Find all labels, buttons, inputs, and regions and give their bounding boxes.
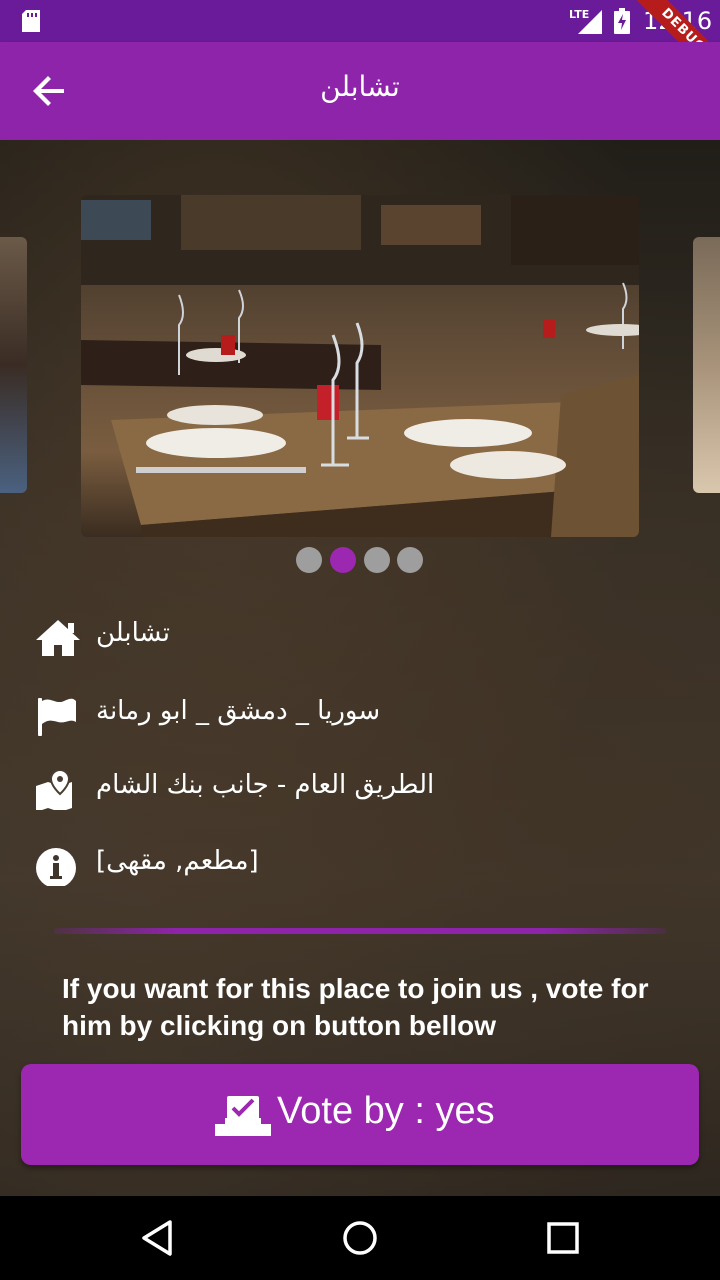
nav-recents-icon[interactable] <box>543 1218 583 1258</box>
carousel-dot[interactable] <box>397 547 423 573</box>
carousel-dot[interactable] <box>364 547 390 573</box>
sd-card-icon <box>22 10 40 32</box>
place-categories: [مطعم, مقهى] <box>96 846 259 876</box>
vote-button-label: Vote by : yes <box>277 1090 495 1132</box>
vote-button[interactable]: Vote by : yes <box>21 1064 699 1165</box>
carousel-next-image[interactable] <box>693 237 720 493</box>
category-row: [مطعم, مقهى] <box>34 842 474 890</box>
carousel-indicator <box>296 547 424 573</box>
place-name: تشابلن <box>96 618 170 648</box>
page-title: تشابلن <box>320 70 400 103</box>
nav-back-icon[interactable] <box>138 1218 178 1258</box>
system-nav-bar <box>0 1196 720 1280</box>
place-region: سوريا _ دمشق _ ابو رمانة <box>96 696 381 726</box>
map-location-icon <box>36 770 72 810</box>
signal-icon <box>578 10 602 34</box>
vote-message: If you want for this place to join us , … <box>62 973 649 1041</box>
info-icon <box>36 848 76 886</box>
home-icon <box>36 620 80 656</box>
flag-icon <box>38 698 76 736</box>
status-bar: LTE 12:16 <box>0 0 720 42</box>
nav-home-icon[interactable] <box>340 1218 380 1258</box>
place-address: الطريق العام - جانب بنك الشام <box>96 770 435 800</box>
address-row: الطريق العام - جانب بنك الشام <box>34 766 474 814</box>
divider <box>54 928 666 934</box>
restaurant-photo <box>81 195 639 537</box>
vote-icon <box>215 1096 271 1136</box>
carousel-dot[interactable] <box>296 547 322 573</box>
place-name-row: تشابلن <box>34 614 474 662</box>
carousel-dot-active[interactable] <box>330 547 356 573</box>
place-details: تشابلن سوريا _ دمشق _ ابو رمانة الطريق ا… <box>0 140 720 1196</box>
country-city-row: سوريا _ دمشق _ ابو رمانة <box>34 692 474 740</box>
carousel-prev-image[interactable] <box>0 237 27 493</box>
app-bar: تشابلن <box>0 42 720 140</box>
carousel-image[interactable] <box>81 195 639 537</box>
battery-charging-icon <box>614 8 630 34</box>
